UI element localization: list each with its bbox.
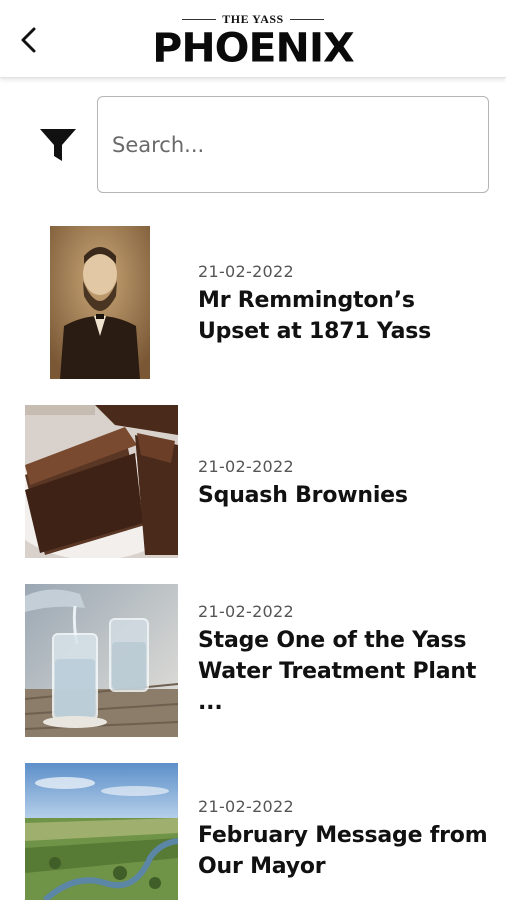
article-title: Squash Brownies (198, 483, 408, 508)
article-thumbnail-landscape (25, 763, 178, 900)
article-meta: 21-02-2022 Stage One of the Yass Water T… (198, 602, 488, 718)
article-meta: 21-02-2022 February Message from Our May… (198, 797, 488, 882)
article-meta: 21-02-2022 Squash Brownies (198, 457, 488, 511)
article-thumbnail-water-glass (25, 584, 178, 737)
app-logo: THE YASS PHOENIX (143, 12, 363, 72)
app-header: THE YASS PHOENIX (0, 0, 506, 78)
chevron-left-icon (21, 27, 36, 53)
article-meta: 21-02-2022 Mr Remmington’s Upset at 1871… (198, 262, 488, 347)
filter-icon (40, 129, 76, 161)
article-thumbnail-portrait (50, 226, 150, 379)
search-input[interactable] (98, 97, 488, 192)
article-date: 21-02-2022 (198, 797, 294, 816)
article-date: 21-02-2022 (198, 457, 294, 476)
article-item[interactable]: 21-02-2022 Squash Brownies (0, 405, 506, 559)
article-date: 21-02-2022 (198, 602, 294, 621)
article-title: Stage One of the Yass Water Treatment Pl… (198, 628, 477, 715)
article-thumbnail-brownies (25, 405, 178, 558)
article-item[interactable]: 21-02-2022 Mr Remmington’s Upset at 1871… (0, 226, 506, 381)
article-item[interactable]: 21-02-2022 Stage One of the Yass Water T… (0, 584, 506, 738)
logo-title: PHOENIX (152, 24, 354, 72)
article-title: February Message from Our Mayor (198, 823, 488, 879)
filter-button[interactable] (38, 126, 78, 166)
article-title: Mr Remmington’s Upset at 1871 Yass (198, 288, 432, 344)
article-item[interactable]: 21-02-2022 February Message from Our May… (0, 763, 506, 900)
article-date: 21-02-2022 (198, 262, 294, 281)
back-button[interactable] (12, 22, 46, 58)
search-field[interactable] (97, 96, 489, 193)
